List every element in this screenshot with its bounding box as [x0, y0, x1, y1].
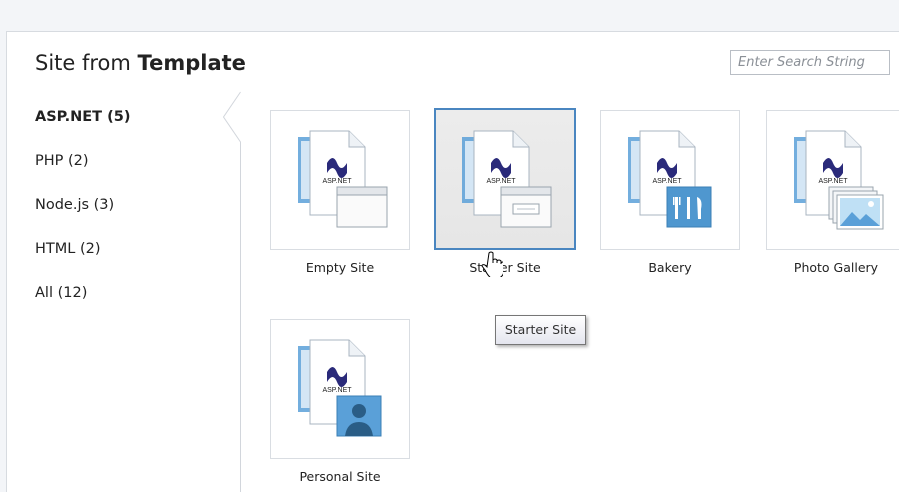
- svg-text:ASP.NET: ASP.NET: [486, 178, 516, 185]
- bakery-template-icon: ASP.NET: [628, 130, 712, 228]
- category-nodejs[interactable]: Node.js (3): [35, 197, 114, 213]
- category-all[interactable]: All (12): [35, 285, 87, 301]
- personal-site-template-icon: ASP.NET: [298, 339, 382, 437]
- hand-cursor-icon: [481, 251, 503, 277]
- template-tile-starter-site[interactable]: ASP.NET: [434, 108, 576, 250]
- search-input[interactable]: [730, 50, 890, 75]
- category-php[interactable]: PHP (2): [35, 153, 89, 169]
- starter-site-template-icon: ASP.NET: [462, 130, 552, 228]
- template-label-bakery: Bakery: [648, 260, 692, 275]
- template-tile-bakery[interactable]: ASP.NET: [600, 110, 740, 250]
- svg-text:ASP.NET: ASP.NET: [652, 178, 682, 185]
- empty-site-template-icon: ASP.NET: [298, 130, 388, 228]
- photo-gallery-template-icon: ASP.NET: [794, 130, 884, 230]
- svg-text:ASP.NET: ASP.NET: [322, 178, 352, 185]
- category-aspnet[interactable]: ASP.NET (5): [35, 109, 130, 125]
- svg-text:ASP.NET: ASP.NET: [818, 178, 848, 185]
- template-tile-empty-site[interactable]: ASP.NET: [270, 110, 410, 250]
- category-html[interactable]: HTML (2): [35, 241, 101, 257]
- template-label-starter-site: Starter Site: [469, 260, 541, 275]
- svg-text:ASP.NET: ASP.NET: [322, 387, 352, 394]
- template-tile-personal-site[interactable]: ASP.NET: [270, 319, 410, 459]
- template-tile-photo-gallery[interactable]: ASP.NET: [766, 110, 899, 250]
- template-label-personal-site: Personal Site: [299, 469, 381, 484]
- category-divider: [222, 91, 241, 492]
- template-dialog: Site from Template ASP.NET (5) PHP (2) N…: [6, 31, 899, 492]
- template-label-empty-site: Empty Site: [305, 260, 375, 275]
- template-label-photo-gallery: Photo Gallery: [793, 260, 879, 275]
- tooltip: Starter Site: [495, 315, 586, 345]
